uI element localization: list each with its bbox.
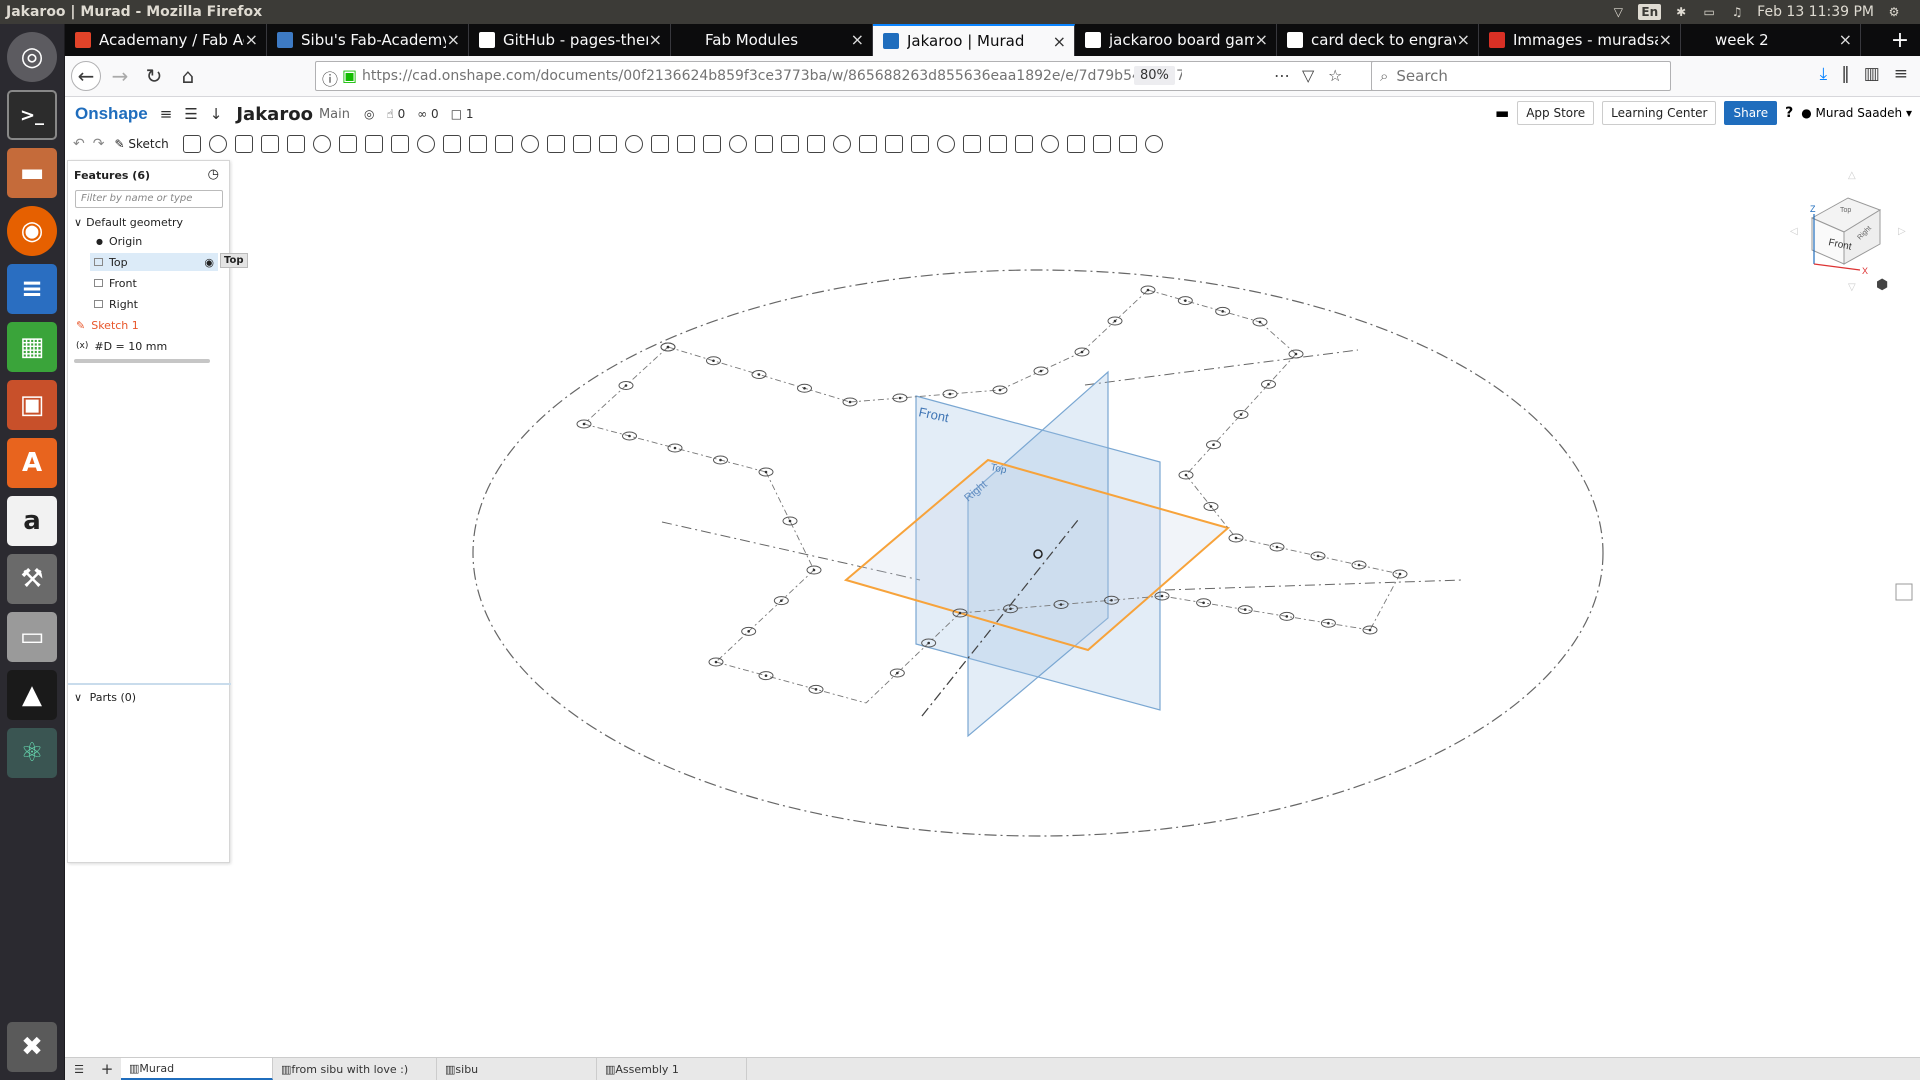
track-hole-center xyxy=(898,396,902,400)
track-hole-center xyxy=(1368,628,1372,632)
track-hole-center xyxy=(998,388,1002,392)
element-tab-label: sibu xyxy=(455,1062,479,1076)
track-hole-center xyxy=(814,688,818,691)
track-hole-center xyxy=(673,446,677,450)
track-hole-center xyxy=(780,599,783,602)
track-hole-center xyxy=(1080,350,1084,354)
track-hole-center xyxy=(1110,598,1113,602)
track-hole-center xyxy=(1009,607,1012,611)
add-tab-button[interactable]: + xyxy=(93,1060,121,1078)
track-hole-center xyxy=(1039,369,1043,373)
svg-text:X: X xyxy=(1862,266,1868,276)
track-hole-center xyxy=(1258,320,1262,324)
track-hole-center xyxy=(624,384,628,387)
track-hole-center xyxy=(1146,288,1150,292)
track-hole-center xyxy=(666,345,670,349)
track-hole-center xyxy=(1243,608,1247,611)
view-cube[interactable]: Front Top Right Z X △ ▷ ◁ ▽ ⬢ xyxy=(1790,170,1906,293)
track-path-line xyxy=(715,661,867,704)
track-hole-center xyxy=(948,392,952,396)
view-cube-arrow-down-icon: ▽ xyxy=(1848,282,1856,293)
track-hole-center xyxy=(1113,319,1117,323)
svg-text:Z: Z xyxy=(1810,204,1816,214)
track-hole-center xyxy=(714,660,718,664)
track-hole-center xyxy=(1316,554,1320,558)
side-panel-toggle-icon xyxy=(1895,583,1913,601)
element-tab[interactable]: ▥ Assembly 1 xyxy=(597,1058,747,1080)
track-hole-center xyxy=(747,630,750,633)
assembly-icon: ▥ xyxy=(605,1062,616,1076)
track-hole-center xyxy=(719,458,722,462)
view-cube-arrow-right-icon: ▷ xyxy=(1898,226,1906,237)
track-hole-center xyxy=(958,611,962,615)
track-hole-center xyxy=(1327,621,1330,625)
track-hole-center xyxy=(1267,382,1270,386)
view-cube-arrow-up-icon: △ xyxy=(1848,170,1856,181)
track-hole-center xyxy=(1398,572,1402,576)
element-tab[interactable]: ▥ sibu xyxy=(437,1058,597,1080)
element-tab[interactable]: ▥ from sibu with love :) xyxy=(273,1058,437,1080)
track-path-line xyxy=(715,569,815,663)
track-path-line xyxy=(1147,289,1261,323)
track-hole-center xyxy=(1184,299,1187,302)
part-studio-icon: ▥ xyxy=(281,1062,292,1076)
track-hole-center xyxy=(757,373,761,376)
graphics-viewport: Front Right Top Front Top Right Z X △ xyxy=(0,0,1920,1080)
track-hole-center xyxy=(1212,443,1215,447)
graphics-area[interactable]: Front Right Top Front Top Right Z X △ xyxy=(0,0,1920,1080)
track-path-line xyxy=(1161,595,1371,631)
track-hole-center xyxy=(1357,563,1361,567)
element-tabs-bar: ☰ + ▥ Murad ▥ from sibu with love :) ▥ sib… xyxy=(65,1057,1920,1080)
track-hole-center xyxy=(1239,413,1243,416)
track-hole-center xyxy=(1184,473,1188,477)
track-hole-center xyxy=(927,641,930,645)
track-hole-center xyxy=(1221,310,1224,313)
element-tab-label: Murad xyxy=(139,1061,175,1075)
track-hole-center xyxy=(812,568,816,572)
svg-text:Top: Top xyxy=(1840,207,1851,214)
track-path-line xyxy=(865,612,961,704)
track-hole-center xyxy=(788,519,792,523)
top-plane[interactable]: Top xyxy=(843,458,1231,652)
track-hole-center xyxy=(848,400,852,404)
track-hole-center xyxy=(896,671,899,675)
track-hole-center xyxy=(712,359,715,363)
track-hole-center xyxy=(1285,615,1289,618)
track-hole-center xyxy=(803,386,806,390)
track-hole-center xyxy=(1275,545,1279,549)
track-hole-center xyxy=(764,470,768,474)
tab-manager-icon[interactable]: ☰ xyxy=(65,1063,93,1076)
part-studio-icon: ▥ xyxy=(129,1061,140,1075)
element-tab-label: from sibu with love :) xyxy=(291,1062,409,1076)
track-hole-center xyxy=(1209,505,1213,508)
track-hole-center xyxy=(1059,603,1063,606)
track-hole-center xyxy=(1294,352,1298,356)
track-hole-center xyxy=(582,422,586,426)
part-studio-icon: ▥ xyxy=(445,1062,456,1076)
track-hole-center xyxy=(1202,601,1205,605)
track-path-line xyxy=(1259,321,1297,355)
track-hole-center xyxy=(764,674,768,677)
track-hole-center xyxy=(1160,594,1164,598)
track-hole-center xyxy=(628,434,631,438)
view-cube-arrow-left-icon: ◁ xyxy=(1790,226,1798,237)
track-hole-center xyxy=(1234,536,1238,540)
view-options-icon: ⬢ xyxy=(1876,277,1888,293)
element-tab-label: Assembly 1 xyxy=(615,1062,679,1076)
element-tab[interactable]: ▥ Murad xyxy=(121,1058,273,1080)
